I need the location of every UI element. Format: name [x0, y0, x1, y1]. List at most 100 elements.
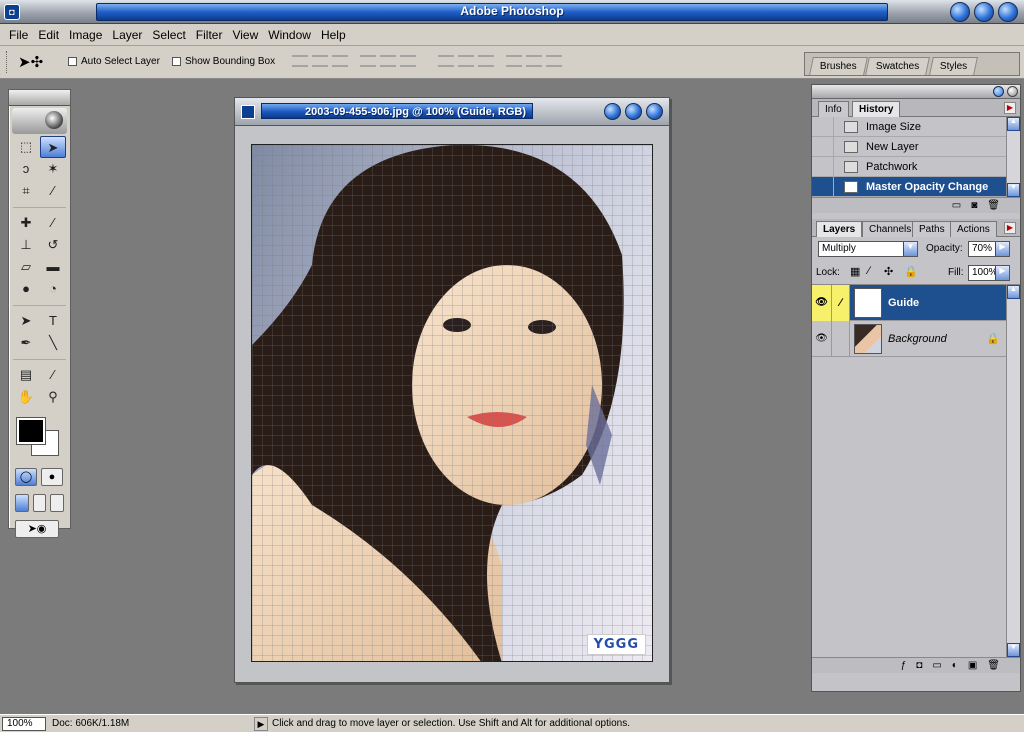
blur-tool-icon[interactable]: ●	[13, 278, 39, 300]
screen-mode-standard-icon[interactable]	[15, 494, 29, 512]
crop-tool-icon[interactable]: ⌗	[13, 180, 39, 202]
layer-row-guide[interactable]: 👁 ∕ Guide	[812, 284, 1020, 321]
tab-history[interactable]: History	[852, 101, 901, 117]
checkbox-icon[interactable]	[68, 57, 77, 66]
tab-actions[interactable]: Actions	[950, 221, 997, 237]
brush-link-icon[interactable]: ∕	[832, 284, 850, 321]
history-scrollbar[interactable]: ▲ ▼	[1006, 117, 1020, 197]
new-layer-icon[interactable]: ▣	[968, 660, 977, 671]
lock-image-icon[interactable]: ∕	[868, 265, 870, 277]
adjustment-layer-icon[interactable]: ◐	[952, 660, 958, 671]
distribute-left-icon[interactable]	[506, 55, 522, 67]
marquee-tool-icon[interactable]: ⬚	[13, 136, 39, 158]
lock-transparency-icon[interactable]: ▦	[850, 265, 860, 278]
layers-menu-arrow-icon[interactable]: ▶	[1004, 222, 1016, 234]
slice-tool-icon[interactable]: ∕	[40, 180, 66, 202]
dodge-tool-icon[interactable]: ◔	[40, 278, 66, 300]
line-tool-icon[interactable]: ╲	[40, 332, 66, 354]
tab-styles[interactable]: Styles	[929, 57, 979, 75]
zoom-field[interactable]: 100%	[2, 717, 46, 731]
history-brush-icon[interactable]: ↺	[40, 234, 66, 256]
foreground-color-swatch[interactable]	[16, 417, 46, 445]
align-bottom-icon[interactable]	[332, 55, 348, 67]
scroll-down-icon[interactable]: ▼	[1007, 183, 1020, 197]
tab-channels[interactable]: Channels	[862, 221, 919, 237]
brush-tool-icon[interactable]: ∕	[40, 212, 66, 234]
history-item[interactable]: Patchwork	[812, 156, 1020, 177]
lock-position-icon[interactable]: ✣	[884, 265, 893, 278]
options-grip[interactable]	[6, 51, 9, 73]
new-set-icon[interactable]: ▭	[932, 660, 941, 671]
brush-link-icon[interactable]	[832, 320, 850, 357]
history-palette-header[interactable]	[812, 85, 1020, 99]
menu-file[interactable]: File	[4, 28, 33, 42]
lock-all-icon[interactable]: 🔒	[904, 265, 918, 278]
doc-minimize-button[interactable]	[604, 103, 621, 120]
move-tool-preset-icon[interactable]: ➤✣	[18, 53, 43, 71]
eye-icon[interactable]: 👁	[812, 320, 832, 357]
notes-tool-icon[interactable]: ▤	[13, 364, 39, 386]
doc-close-button[interactable]	[646, 103, 663, 120]
align-right-icon[interactable]	[400, 55, 416, 67]
screen-mode-full-icon[interactable]	[50, 494, 65, 512]
minimize-button[interactable]	[950, 2, 970, 22]
gradient-tool-icon[interactable]: ▬	[40, 256, 66, 278]
toolbox-header[interactable]	[9, 90, 70, 106]
opacity-field[interactable]: 70% ▶	[968, 241, 1010, 257]
align-left-icon[interactable]	[360, 55, 376, 67]
fill-field[interactable]: 100% ▶	[968, 265, 1010, 281]
tab-paths[interactable]: Paths	[912, 221, 952, 237]
fill-slider-arrow-icon[interactable]: ▶	[995, 266, 1009, 280]
show-bounding-box-checkbox[interactable]: Show Bounding Box	[172, 56, 275, 67]
layers-scrollbar[interactable]: ▲ ▼	[1006, 285, 1020, 657]
chevron-down-icon[interactable]: ▼	[903, 242, 917, 256]
history-item[interactable]: New Layer	[812, 136, 1020, 157]
quick-mask-mode-icon[interactable]: ●	[41, 468, 63, 486]
doc-maximize-button[interactable]	[625, 103, 642, 120]
zoom-tool-icon[interactable]: ⚲	[40, 386, 66, 408]
history-menu-arrow-icon[interactable]: ▶	[1004, 102, 1016, 114]
maximize-button[interactable]	[974, 2, 994, 22]
palette-close-button[interactable]	[1007, 86, 1018, 97]
scroll-up-icon[interactable]: ▲	[1007, 117, 1020, 131]
distribute-center-icon[interactable]	[526, 55, 542, 67]
menu-select[interactable]: Select	[147, 28, 190, 42]
healing-brush-icon[interactable]: ✚	[13, 212, 39, 234]
status-menu-arrow-icon[interactable]: ▶	[254, 717, 268, 731]
clone-stamp-icon[interactable]: ⊥	[13, 234, 39, 256]
menu-edit[interactable]: Edit	[33, 28, 64, 42]
close-button[interactable]	[998, 2, 1018, 22]
type-tool-icon[interactable]: T	[40, 310, 66, 332]
photoshop-logo[interactable]	[12, 108, 67, 134]
eye-icon[interactable]: 👁	[812, 284, 832, 321]
distribute-right-icon[interactable]	[546, 55, 562, 67]
align-top-icon[interactable]	[292, 55, 308, 67]
eraser-tool-icon[interactable]: ▱	[13, 256, 39, 278]
history-item-selected[interactable]: Master Opacity Change	[812, 176, 1020, 197]
new-snapshot-icon[interactable]: ◙	[971, 200, 977, 211]
scroll-down-icon[interactable]: ▼	[1007, 643, 1020, 657]
menu-layer[interactable]: Layer	[107, 28, 147, 42]
screen-mode-full-menu-icon[interactable]	[32, 494, 47, 512]
checkbox-icon[interactable]	[172, 57, 181, 66]
auto-select-layer-checkbox[interactable]: Auto Select Layer	[68, 56, 160, 67]
layer-row-background[interactable]: 👁 Background 🔒	[812, 320, 1020, 357]
standard-mode-icon[interactable]: ◯	[15, 468, 37, 486]
menu-image[interactable]: Image	[64, 28, 107, 42]
move-tool-icon[interactable]: ➤	[40, 136, 66, 158]
history-item[interactable]: Image Size	[812, 116, 1020, 137]
tab-brushes[interactable]: Brushes	[809, 57, 868, 75]
distribute-middle-icon[interactable]	[458, 55, 474, 67]
tab-layers[interactable]: Layers	[816, 221, 863, 237]
hand-tool-icon[interactable]: ✋	[13, 386, 39, 408]
layer-style-icon[interactable]: ƒ	[901, 660, 907, 671]
jump-to-imageready-icon[interactable]: ➤◉	[15, 520, 59, 538]
menu-filter[interactable]: Filter	[191, 28, 228, 42]
document-titlebar[interactable]: 2003-09-455-906.jpg @ 100% (Guide, RGB)	[235, 98, 669, 126]
blend-mode-dropdown[interactable]: Multiply ▼	[818, 241, 918, 257]
align-center-icon[interactable]	[380, 55, 396, 67]
opacity-slider-arrow-icon[interactable]: ▶	[995, 242, 1009, 256]
menu-window[interactable]: Window	[263, 28, 316, 42]
lasso-tool-icon[interactable]: ↄ	[13, 158, 39, 180]
add-mask-icon[interactable]: ◘	[916, 660, 922, 671]
